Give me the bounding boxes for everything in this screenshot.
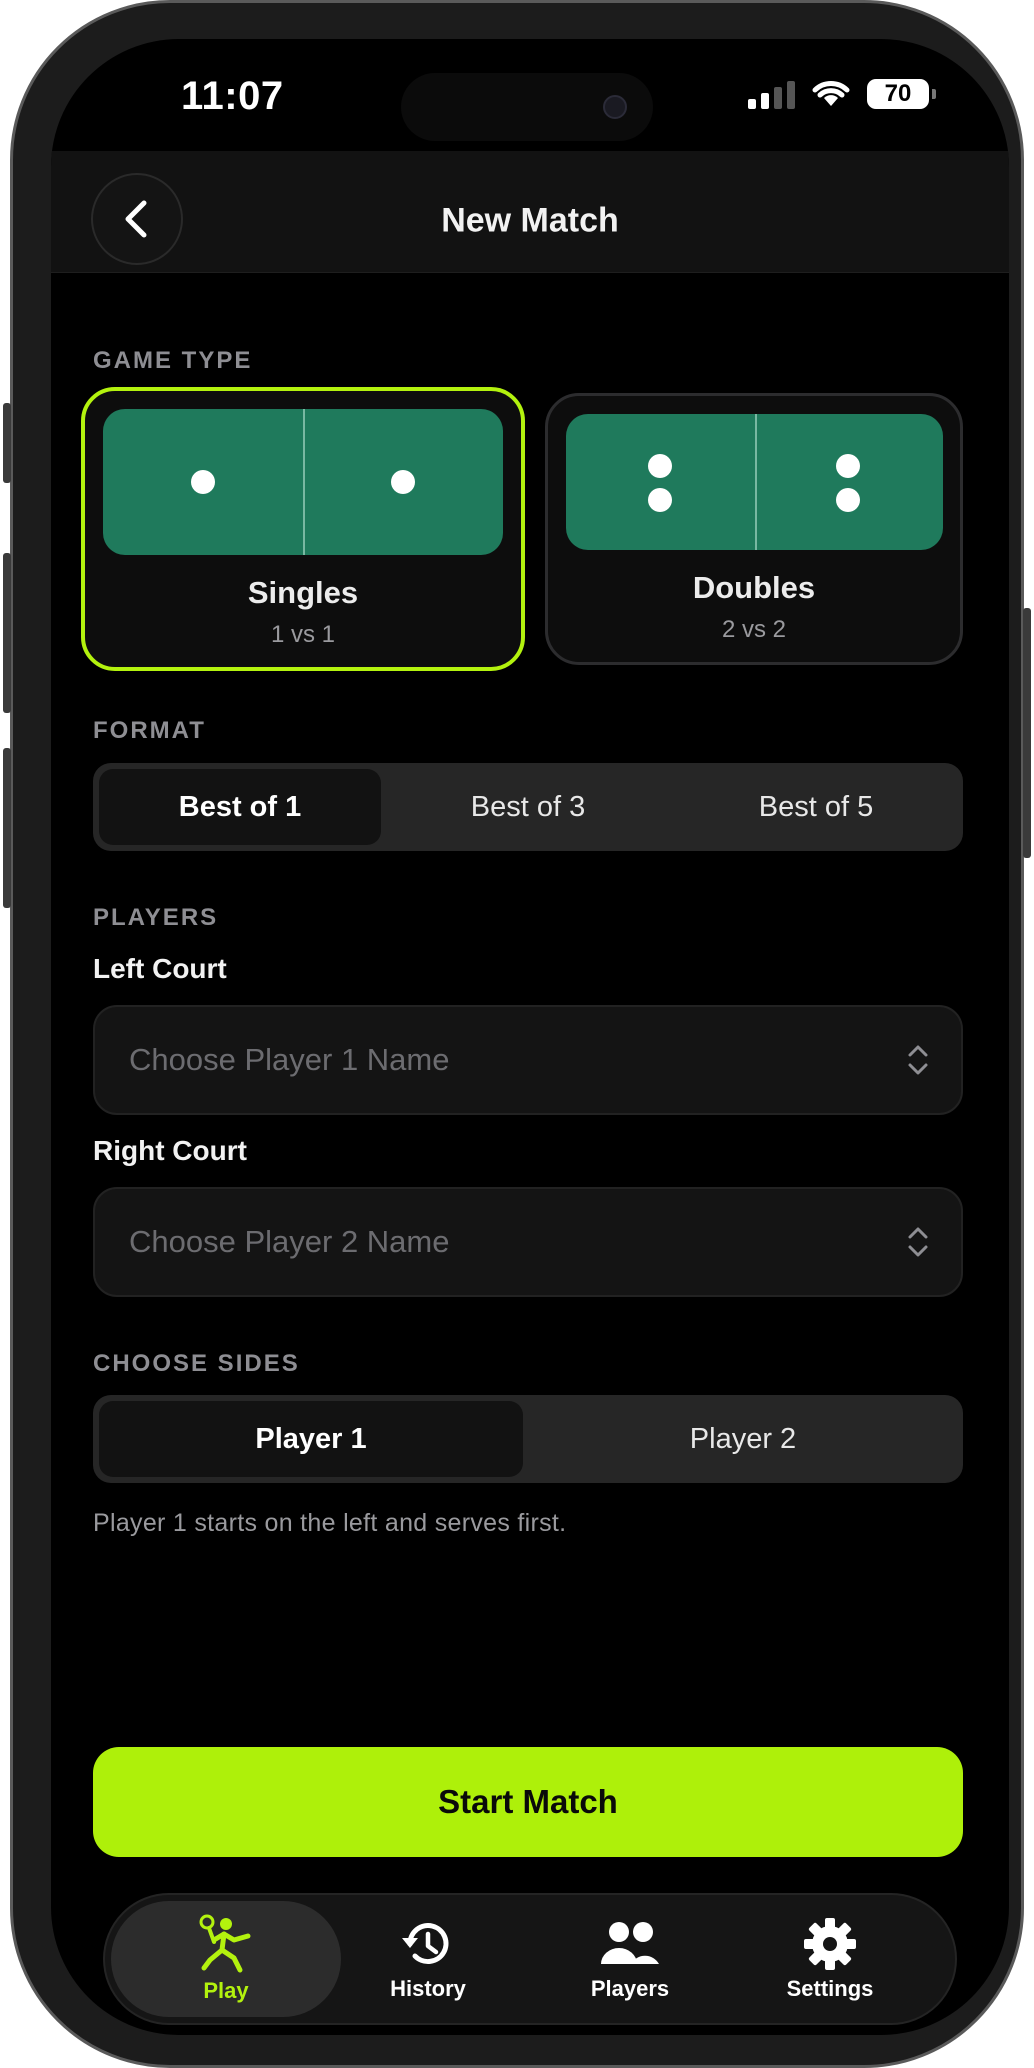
singles-court-illustration bbox=[103, 409, 503, 555]
tab-bar: Play History Players Settings bbox=[103, 1893, 957, 2025]
player-2-picker[interactable]: Choose Player 2 Name bbox=[93, 1187, 963, 1297]
format-best-of-1[interactable]: Best of 1 bbox=[99, 769, 381, 845]
cellular-signal-icon bbox=[748, 79, 795, 109]
gear-icon bbox=[804, 1918, 856, 1970]
left-court-label: Left Court bbox=[93, 953, 227, 984]
game-type-label: GAME TYPE bbox=[93, 347, 253, 374]
choose-sides-label: CHOOSE SIDES bbox=[93, 1350, 300, 1377]
format-label: FORMAT bbox=[93, 717, 206, 744]
screen: 11:07 70 New Match GAME TYPE Singles 1 v… bbox=[51, 39, 1009, 2035]
status-time: 11:07 bbox=[181, 74, 284, 118]
sides-hint: Player 1 starts on the left and serves f… bbox=[93, 1509, 567, 1537]
sides-segmented-control: Player 1 Player 2 bbox=[93, 1395, 963, 1483]
battery-icon: 70 bbox=[867, 79, 936, 109]
side-button bbox=[1023, 608, 1031, 858]
tab-players-label: Players bbox=[590, 1976, 670, 2001]
singles-card[interactable]: Singles 1 vs 1 bbox=[81, 387, 525, 671]
navigation-bar: New Match bbox=[51, 151, 1009, 273]
right-court-label: Right Court bbox=[93, 1135, 247, 1166]
side-player-1[interactable]: Player 1 bbox=[99, 1401, 523, 1477]
player-1-placeholder: Choose Player 1 Name bbox=[129, 1042, 450, 1077]
doubles-card[interactable]: Doubles 2 vs 2 bbox=[545, 393, 963, 665]
volume-down-button bbox=[3, 748, 11, 908]
format-best-of-3[interactable]: Best of 3 bbox=[387, 769, 669, 845]
phone-frame: 11:07 70 New Match GAME TYPE Singles 1 v… bbox=[3, 0, 1031, 2068]
singles-subtitle: 1 vs 1 bbox=[270, 621, 336, 648]
format-segmented-control: Best of 1 Best of 3 Best of 5 bbox=[93, 763, 963, 851]
format-best-of-5[interactable]: Best of 5 bbox=[675, 769, 957, 845]
doubles-subtitle: 2 vs 2 bbox=[721, 616, 787, 643]
tab-play-label: Play bbox=[203, 1978, 249, 2003]
tab-settings-label: Settings bbox=[786, 1976, 874, 2001]
action-button bbox=[3, 403, 11, 483]
chevron-up-down-icon bbox=[908, 1045, 928, 1075]
status-icons: 70 bbox=[748, 79, 936, 109]
page-title: New Match bbox=[441, 201, 619, 240]
tab-play[interactable]: Play bbox=[111, 1901, 341, 2017]
singles-title: Singles bbox=[247, 575, 359, 610]
camera-icon bbox=[603, 95, 627, 119]
player-2-placeholder: Choose Player 2 Name bbox=[129, 1224, 450, 1259]
tab-players[interactable]: Players bbox=[515, 1901, 745, 2017]
pickleball-player-icon bbox=[199, 1914, 251, 1973]
people-icon bbox=[601, 1922, 659, 1964]
volume-up-button bbox=[3, 553, 11, 713]
side-player-2[interactable]: Player 2 bbox=[529, 1401, 957, 1477]
players-label: PLAYERS bbox=[93, 904, 219, 931]
player-dot bbox=[191, 470, 215, 494]
dynamic-island bbox=[401, 73, 653, 141]
tab-settings[interactable]: Settings bbox=[715, 1901, 945, 2017]
chevron-up-down-icon bbox=[908, 1227, 928, 1257]
wifi-icon bbox=[812, 81, 850, 106]
doubles-title: Doubles bbox=[692, 570, 816, 605]
history-icon bbox=[402, 1923, 449, 1965]
player-dot bbox=[391, 470, 415, 494]
doubles-court-illustration bbox=[566, 414, 943, 550]
player-1-picker[interactable]: Choose Player 1 Name bbox=[93, 1005, 963, 1115]
tab-history-label: History bbox=[390, 1976, 466, 2001]
tab-history[interactable]: History bbox=[313, 1901, 543, 2017]
start-match-button[interactable]: Start Match bbox=[93, 1747, 963, 1857]
